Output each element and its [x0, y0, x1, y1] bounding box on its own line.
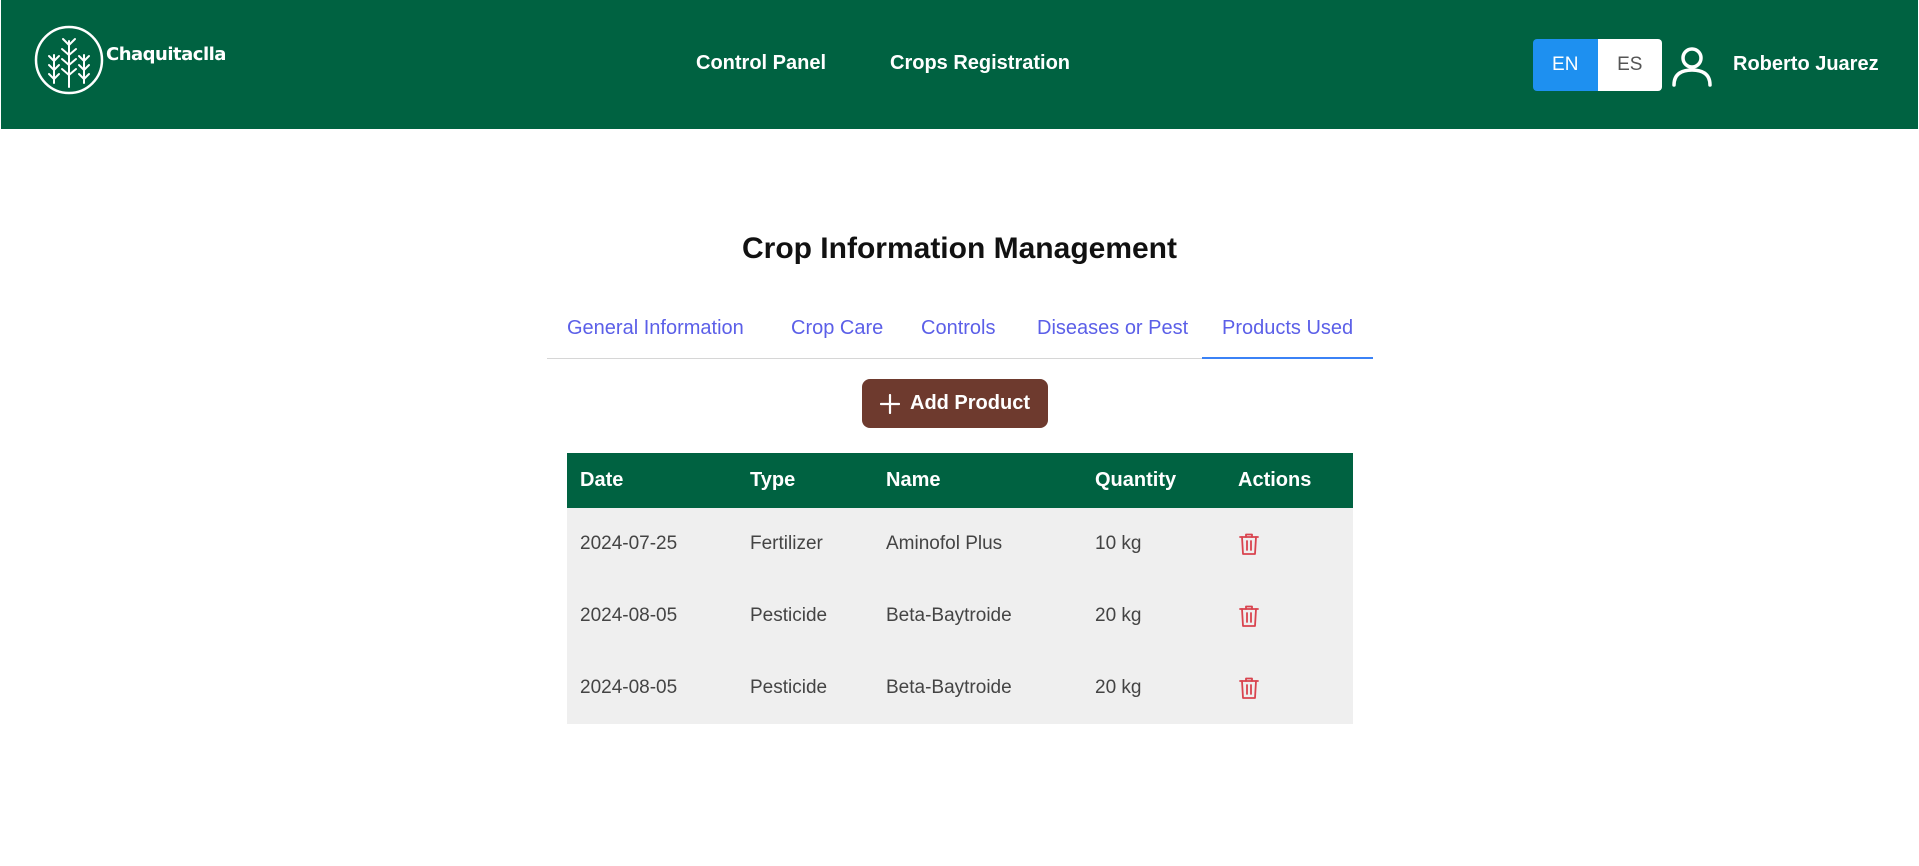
column-header-type: Type	[750, 469, 796, 491]
wheat-logo-icon	[34, 25, 104, 95]
cell-name: Aminofol Plus	[886, 533, 1003, 554]
language-es-button[interactable]: ES	[1597, 39, 1662, 91]
cell-quantity: 20 kg	[1095, 677, 1142, 698]
language-switcher: EN ES	[1533, 39, 1662, 91]
trash-icon[interactable]	[1238, 676, 1260, 700]
language-en-button[interactable]: EN	[1533, 39, 1598, 91]
add-product-button[interactable]: Add Product	[862, 379, 1048, 428]
cell-actions	[1225, 508, 1353, 580]
cell-type: Pesticide	[750, 677, 828, 698]
brand-name: Chaquitaclla	[106, 43, 226, 65]
plus-icon	[880, 393, 900, 414]
trash-icon[interactable]	[1238, 604, 1260, 628]
brand-logo[interactable]: Chaquitaclla	[34, 25, 226, 95]
products-table: Date Type Name Quantity Actions 2024-07-…	[567, 453, 1353, 724]
page-title: Crop Information Management	[741, 232, 1177, 265]
column-header-date: Date	[580, 469, 624, 491]
table-row: 2024-08-05 Pesticide Beta-Baytroide 20 k…	[567, 580, 1353, 652]
cell-quantity: 10 kg	[1095, 533, 1142, 554]
nav-crops-registration[interactable]: Crops Registration	[890, 52, 1070, 75]
user-icon[interactable]	[1669, 43, 1715, 89]
tab-diseases-or-pest[interactable]: Diseases or Pest	[1037, 317, 1188, 340]
cell-quantity: 20 kg	[1095, 605, 1142, 626]
cell-name: Beta-Baytroide	[886, 677, 1012, 698]
column-header-actions: Actions	[1238, 469, 1312, 491]
cell-type: Pesticide	[750, 605, 828, 626]
cell-type: Fertilizer	[750, 533, 823, 554]
cell-actions	[1225, 580, 1353, 652]
tab-general-information[interactable]: General Information	[567, 317, 744, 340]
cell-name: Beta-Baytroide	[886, 605, 1012, 626]
nav-control-panel[interactable]: Control Panel	[696, 52, 826, 75]
cell-date: 2024-07-25	[580, 533, 678, 554]
tab-controls[interactable]: Controls	[921, 317, 995, 340]
table-row: 2024-08-05 Pesticide Beta-Baytroide 20 k…	[567, 652, 1353, 724]
column-header-quantity: Quantity	[1095, 469, 1177, 491]
cell-actions	[1225, 652, 1353, 724]
tab-crop-care[interactable]: Crop Care	[791, 317, 883, 340]
active-tab-indicator	[1202, 357, 1373, 359]
tab-products-used[interactable]: Products Used	[1222, 317, 1353, 340]
column-header-name: Name	[886, 469, 941, 491]
crop-info-tabs: General Information Crop Care Controls D…	[547, 300, 1373, 359]
table-header-row: Date Type Name Quantity Actions	[567, 453, 1353, 508]
trash-icon[interactable]	[1238, 532, 1260, 556]
cell-date: 2024-08-05	[580, 677, 678, 698]
top-header: Chaquitaclla Control Panel Crops Registr…	[1, 0, 1918, 129]
table-row: 2024-07-25 Fertilizer Aminofol Plus 10 k…	[567, 508, 1353, 580]
cell-date: 2024-08-05	[580, 605, 678, 626]
add-product-label: Add Product	[910, 392, 1030, 414]
user-name[interactable]: Roberto Juarez	[1733, 53, 1879, 76]
